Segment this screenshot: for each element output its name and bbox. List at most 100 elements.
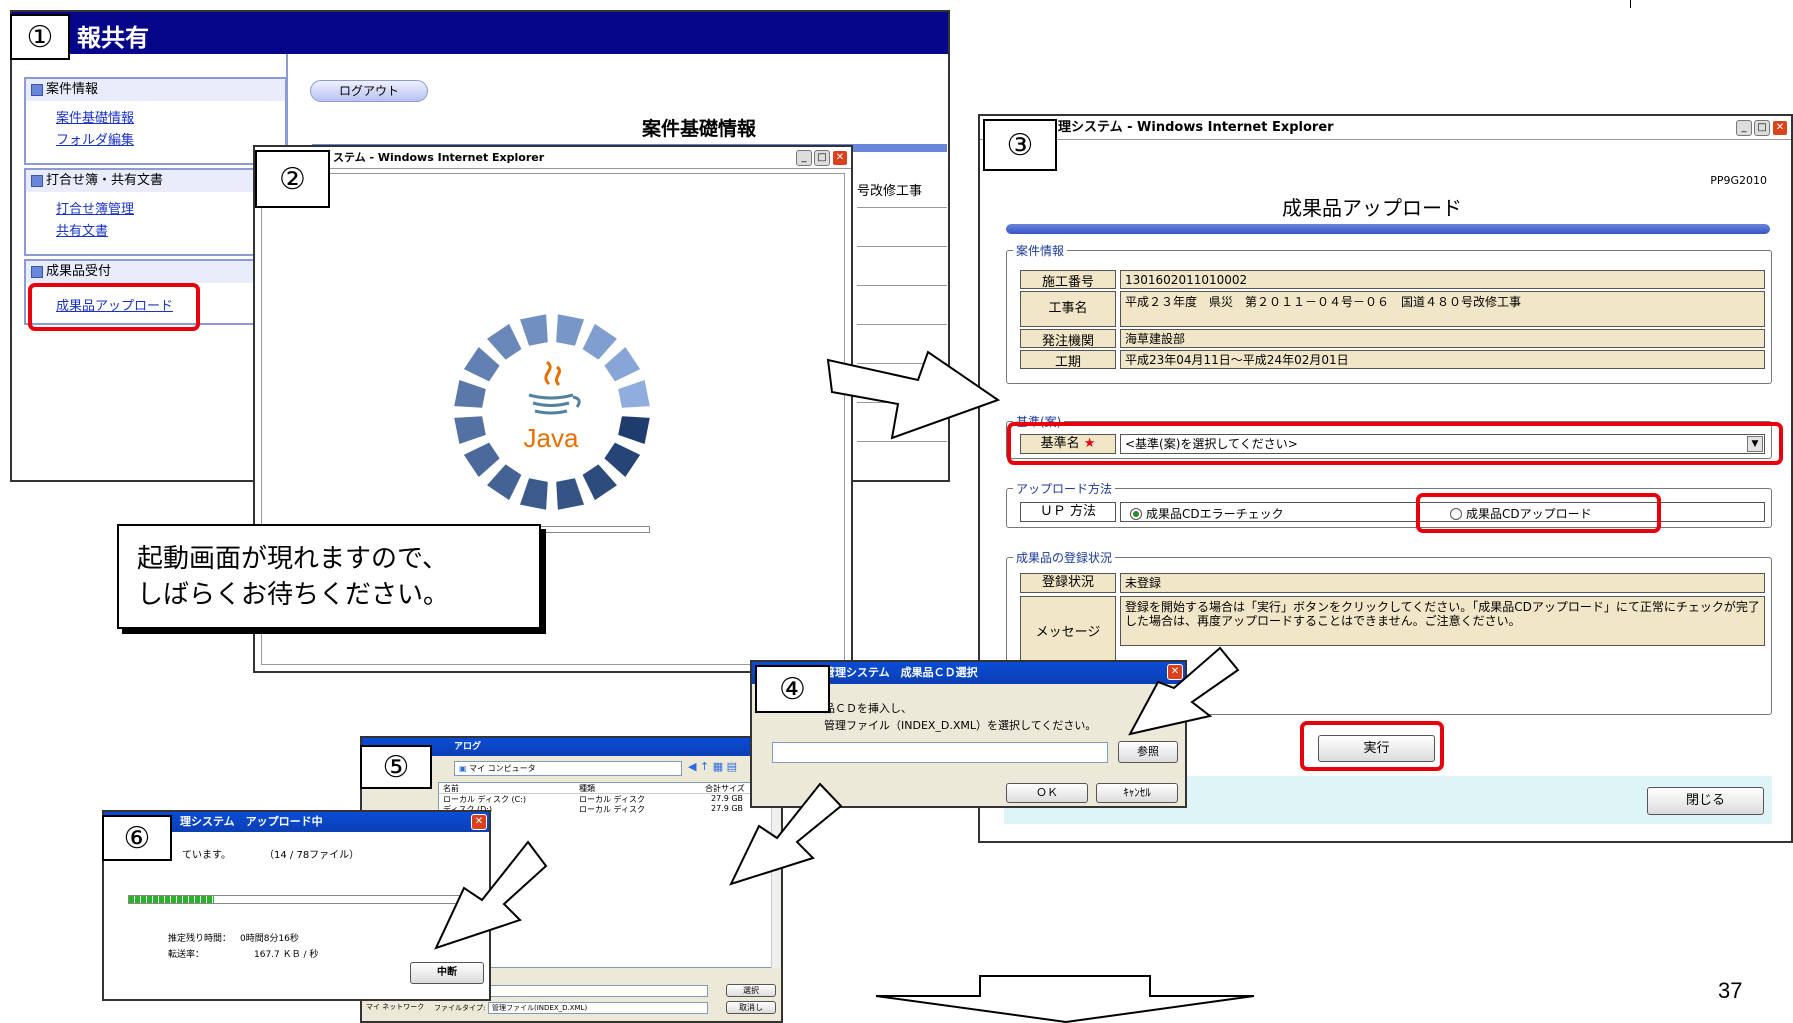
filetype-select[interactable]: 管理ファイル(INDEX_D.XML) (488, 1002, 708, 1014)
upload-progress-fill (129, 896, 214, 903)
java-cup-icon (528, 393, 581, 415)
case-label-number: 施工番号 (1020, 270, 1116, 290)
cd-path-input[interactable] (772, 742, 1108, 763)
close-button[interactable]: 閉じる (1647, 787, 1764, 815)
up-folder-icon[interactable]: ↑ (700, 760, 709, 773)
message-value: 登録を開始する場合は「実行」ボタンをクリックしてください。「成果品CDアップロー… (1120, 596, 1765, 646)
maximize-icon[interactable]: □ (814, 150, 830, 166)
status-legend: 成果品の登録状況 (1016, 551, 1113, 565)
spinner-segment (520, 478, 548, 510)
upload-progress-bar (128, 895, 468, 904)
spinner-segment (487, 464, 522, 501)
portal-heading: 案件基礎情報 (642, 118, 757, 140)
location-value: マイ コンピュータ (469, 764, 536, 773)
cd-select-line-2: 管理ファイル（INDEX_D.XML）を選択してください。 (824, 719, 1097, 732)
highlight-sidebar-upload (28, 283, 200, 331)
case-value-name: 平成２３年度 県災 第２０１１－０４号－０６ 国道４８０号改修工事 (1120, 291, 1765, 327)
location-select[interactable]: ▣ マイ コンピュータ (454, 761, 682, 776)
case-label-period: 工期 (1020, 350, 1116, 370)
view-menu-icon[interactable]: ▤ (727, 760, 737, 773)
case-label-name: 工事名 (1020, 291, 1116, 327)
upload-window-title: 理システム - Windows Internet Explorer (980, 116, 1791, 140)
uploading-window-buttons: ✕ (471, 814, 487, 830)
spinner-segment (487, 323, 522, 360)
case-row-org: 発注機関 海草建設部 (1020, 329, 1765, 349)
arrow-to-panel-6 (434, 840, 548, 950)
sidebar-link-folder-edit[interactable]: フォルダ編集 (56, 129, 285, 148)
portal-header (12, 12, 948, 54)
browse-button[interactable]: 参照 (1118, 741, 1178, 763)
arrow-down-next (875, 975, 1255, 1023)
radio-error-check[interactable]: 成果品CDエラーチェック (1130, 505, 1284, 522)
sidebar-link-case-basic[interactable]: 案件基礎情報 (56, 107, 285, 126)
step-2-number: ② (255, 150, 330, 208)
sidebar-link-meeting[interactable]: 打合せ簿管理 (56, 198, 285, 217)
column-name[interactable]: 名前 (443, 783, 459, 794)
spinner-segment (582, 323, 617, 360)
abort-button[interactable]: 中断 (410, 962, 484, 984)
filetype-label: ファイルタイプ: (434, 1004, 486, 1012)
callout-line-1: 起動画面が現れますので、 (137, 544, 448, 574)
remaining-label: 推定残り時間： (168, 934, 232, 944)
upload-heading: 成果品アップロード (1282, 196, 1462, 220)
page-corner-mark (1630, 0, 1631, 8)
step-3-number: ③ (983, 119, 1057, 171)
new-folder-icon[interactable]: ▦ (713, 760, 723, 773)
toolbar-icons: ◀ ↑ ▦ ▤ (688, 760, 737, 773)
upload-method-label: ＵＰ 方法 (1020, 502, 1116, 522)
rate-label: 転送率： (168, 950, 205, 960)
case-info-table: 施工番号 1301602011010002 工事名 平成２３年度 県災 第２０１… (1020, 270, 1765, 370)
network-label[interactable]: マイ ネットワーク (366, 1002, 424, 1012)
spinner-segment (454, 416, 486, 444)
highlight-cd-upload-option (1416, 493, 1661, 533)
cancel-button[interactable]: 取消し (726, 1001, 776, 1014)
spinner-segment (618, 380, 650, 408)
ok-button[interactable]: ＯＫ (1006, 783, 1088, 803)
filetype-value: 管理ファイル(INDEX_D.XML) (492, 1004, 588, 1012)
remaining-value: 0時間8分16秒 (240, 934, 299, 944)
spinner-segment (604, 347, 641, 382)
case-value-org: 海草建設部 (1120, 329, 1765, 348)
radio-checked-icon[interactable] (1130, 507, 1142, 520)
case-value-number: 1301602011010002 (1120, 270, 1765, 289)
upload-window-buttons: _ □ ✕ (1736, 120, 1788, 136)
cd-select-line-1: 品ＣＤを挿入し、 (824, 702, 912, 715)
sidebar-section-meeting: 打合せ簿・共有文書 打合せ簿管理 共有文書 (24, 168, 287, 256)
sidebar-section-case: 案件情報 案件基礎情報 フォルダ編集 (24, 77, 287, 165)
spinner-segment (463, 442, 500, 477)
close-icon[interactable]: ✕ (832, 150, 848, 166)
filename-input[interactable] (488, 985, 708, 997)
logout-button[interactable]: ログアウト (310, 80, 428, 102)
minimize-icon[interactable]: _ (1736, 120, 1752, 136)
spinner-segment (556, 314, 584, 346)
spinner-segment (520, 314, 548, 346)
highlight-run-button (1300, 721, 1444, 771)
drive-d-type: ローカル ディスク (579, 805, 645, 814)
portal-title: 報共有 (77, 24, 149, 52)
case-row-name: 工事名 平成２３年度 県災 第２０１１－０４号－０６ 国道４８０号改修工事 (1020, 291, 1765, 327)
upload-method-legend: アップロード方法 (1016, 482, 1113, 496)
minimize-icon[interactable]: _ (796, 150, 812, 166)
back-icon[interactable]: ◀ (688, 760, 696, 773)
page-number: 37 (1718, 978, 1743, 1003)
sidebar-header-case: 案件情報 (26, 79, 285, 101)
callout-line-2: しばらくお待ちください。 (137, 580, 450, 610)
java-window-buttons: _ □ ✕ (796, 150, 848, 166)
maximize-icon[interactable]: □ (1754, 120, 1770, 136)
close-icon[interactable]: ✕ (1772, 120, 1788, 136)
sidebar-header-deliverables: 成果品受付 (26, 261, 285, 283)
case-row-number: 施工番号 1301602011010002 (1020, 270, 1765, 290)
arrow-to-panel-3 (826, 350, 1001, 440)
status-label: 登録状況 (1020, 573, 1116, 593)
cancel-button[interactable]: ｷｬﾝｾﾙ (1096, 783, 1178, 803)
java-spinner: Java (454, 314, 650, 510)
loading-callout: 起動画面が現れますので、 しばらくお待ちください。 (117, 524, 541, 629)
close-icon[interactable]: ✕ (471, 814, 487, 830)
column-type[interactable]: 種類 (579, 783, 595, 794)
sidebar-link-shared-docs[interactable]: 共有文書 (56, 220, 285, 239)
spinner-segment (604, 442, 641, 477)
case-info-legend: 案件情報 (1016, 244, 1065, 258)
step-6-number: ⑥ (102, 815, 172, 861)
select-button[interactable]: 選択 (726, 984, 776, 997)
java-label: Java (524, 423, 579, 453)
